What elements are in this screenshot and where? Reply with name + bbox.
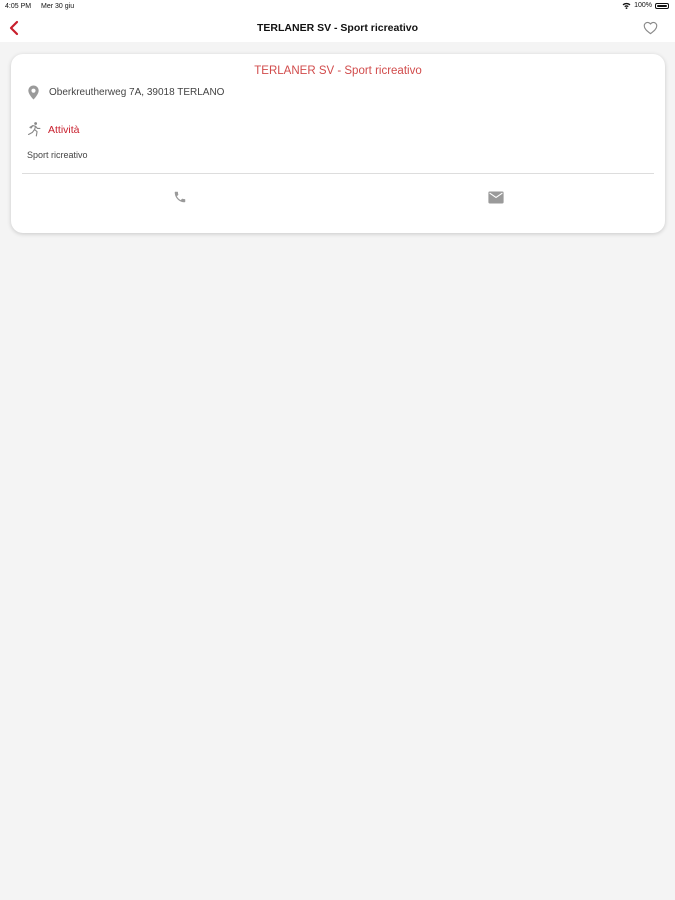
activity-value: Sport ricreativo (27, 150, 88, 160)
status-bar: 4:05 PM Mer 30 giu 100% (0, 0, 675, 14)
wifi-icon (622, 2, 631, 9)
mail-icon[interactable] (488, 191, 504, 204)
address-text: Oberkreutherweg 7A, 39018 TERLANO (49, 87, 225, 98)
address-row: Oberkreutherweg 7A, 39018 TERLANO (27, 85, 224, 100)
battery-percentage: 100% (634, 2, 652, 9)
status-date: Mer 30 giu (41, 3, 75, 10)
club-detail-card: TERLANER SV - Sport ricreativo Oberkreut… (11, 54, 665, 233)
navigation-bar: TERLANER SV - Sport ricreativo (0, 14, 675, 42)
activity-header: Attività (25, 121, 80, 138)
heart-outline-icon[interactable] (643, 21, 658, 35)
status-right: 100% (622, 2, 669, 9)
card-title: TERLANER SV - Sport ricreativo (254, 65, 422, 77)
battery-icon (655, 2, 669, 9)
status-time: 4:05 PM (5, 3, 32, 10)
running-person-icon (27, 122, 41, 137)
phone-icon[interactable] (173, 190, 187, 204)
divider (22, 173, 654, 174)
status-left: 4:05 PM Mer 30 giu (5, 3, 82, 10)
page-title: TERLANER SV - Sport ricreativo (256, 22, 419, 34)
activity-label: Attività (48, 123, 80, 136)
location-pin-icon (28, 85, 39, 100)
